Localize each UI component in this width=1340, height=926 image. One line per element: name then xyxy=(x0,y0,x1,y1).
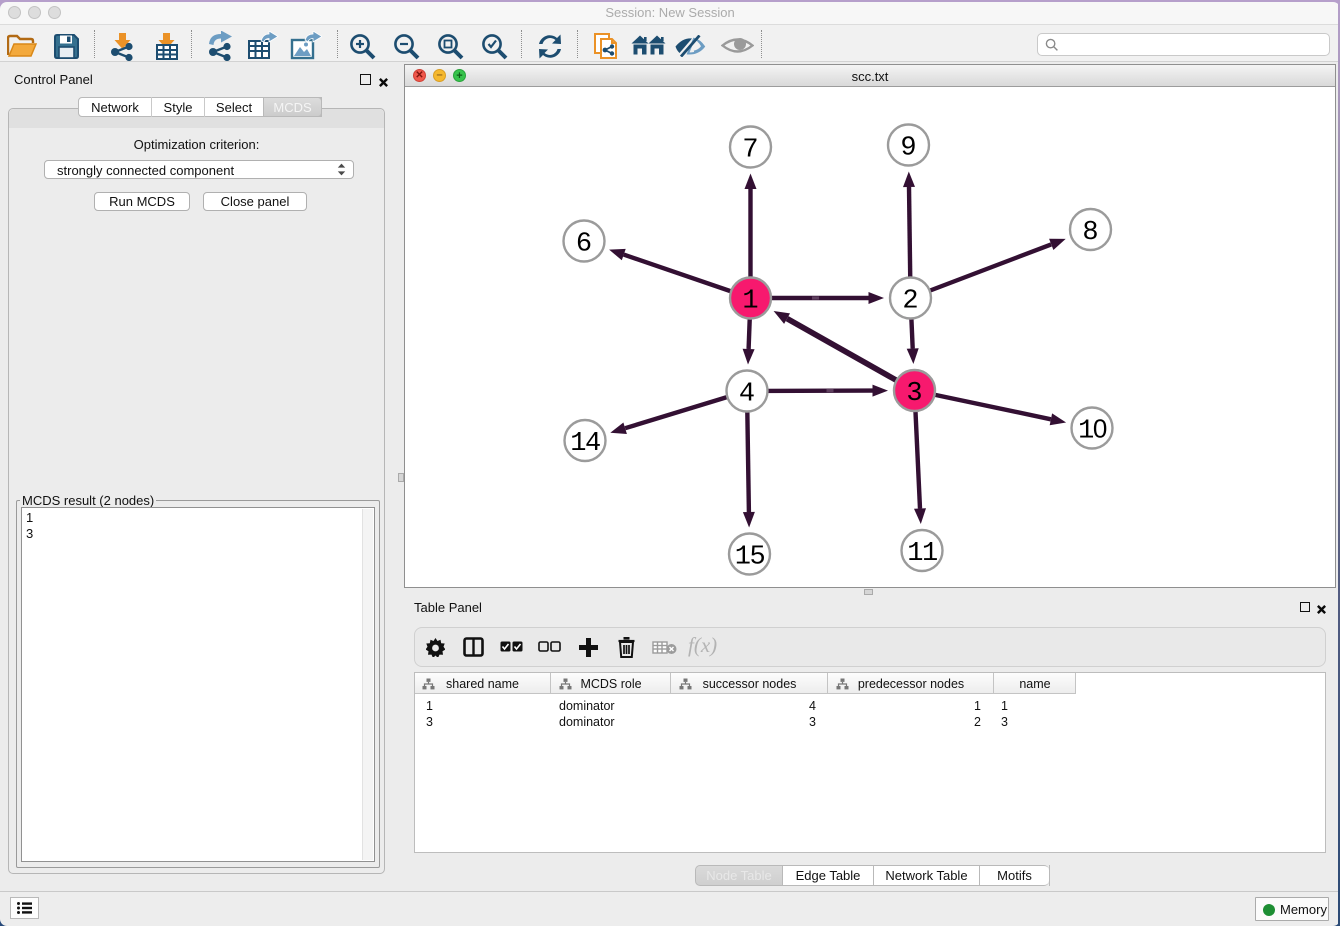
svg-text:9: 9 xyxy=(900,134,916,164)
svg-text:3: 3 xyxy=(906,379,922,409)
svg-text:10: 10 xyxy=(1078,414,1107,447)
svg-text:15: 15 xyxy=(735,543,765,573)
svg-text:2: 2 xyxy=(902,287,918,317)
svg-text:7: 7 xyxy=(742,136,758,166)
svg-text:4: 4 xyxy=(739,380,755,410)
svg-text:8: 8 xyxy=(1082,218,1098,248)
svg-text:14: 14 xyxy=(570,429,600,459)
svg-text:1: 1 xyxy=(742,287,758,317)
svg-text:11: 11 xyxy=(907,539,937,569)
svg-text:6: 6 xyxy=(576,230,592,260)
